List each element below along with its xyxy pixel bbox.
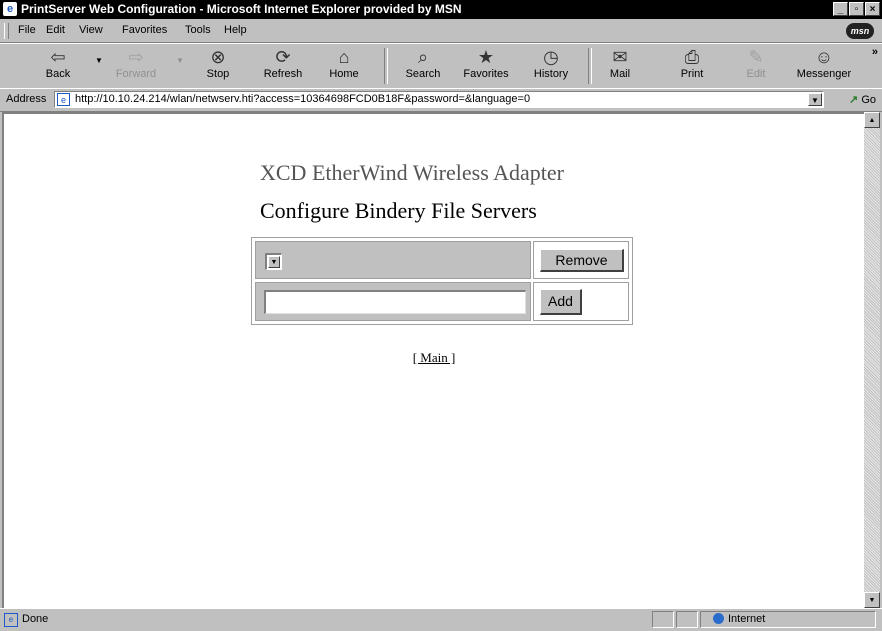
maximize-button[interactable]: ▫: [849, 2, 864, 16]
main-link[interactable]: [ Main ]: [413, 350, 456, 365]
messenger-label: Messenger: [796, 68, 852, 80]
address-label: Address: [6, 93, 47, 105]
favorites-icon: ★: [477, 47, 495, 67]
edit-button[interactable]: ✎ Edit: [728, 46, 784, 80]
menu-tools[interactable]: Tools: [185, 24, 211, 36]
select-dropdown-icon[interactable]: ▼: [268, 256, 280, 268]
home-label: Home: [329, 68, 359, 80]
minimize-button[interactable]: _: [833, 2, 848, 16]
refresh-button[interactable]: ⟳ Refresh: [255, 46, 311, 80]
toolbar-chevron-icon[interactable]: »: [872, 46, 878, 58]
menu-file[interactable]: File: [18, 24, 36, 36]
mail-label: Mail: [609, 68, 631, 80]
print-button[interactable]: ⎙ Print: [664, 46, 720, 80]
address-url[interactable]: http://10.10.24.214/wlan/netwserv.hti?ac…: [75, 93, 530, 105]
address-dropdown-icon[interactable]: ▼: [808, 93, 822, 106]
page-heading: XCD EtherWind Wireless Adapter: [260, 160, 564, 185]
toolbar-separator: [384, 48, 388, 84]
forward-button[interactable]: ⇨ Forward: [108, 46, 164, 80]
status-panel: [676, 611, 698, 628]
favorites-button[interactable]: ★ Favorites: [458, 46, 514, 80]
add-button[interactable]: Add: [540, 289, 582, 315]
edit-label: Edit: [746, 68, 766, 80]
mail-button[interactable]: ✉ Mail: [592, 46, 648, 80]
history-label: History: [533, 68, 569, 80]
favorites-label: Favorites: [463, 68, 509, 80]
go-button[interactable]: ↗ Go: [849, 93, 876, 106]
zone-label: Internet: [728, 613, 766, 625]
menu-favorites[interactable]: Favorites: [122, 24, 167, 36]
forward-arrow-icon: ⇨: [128, 47, 144, 67]
stop-label: Stop: [206, 68, 230, 80]
zone-indicator: Internet: [713, 613, 765, 625]
add-cell: Add: [533, 282, 629, 321]
refresh-icon: ⟳: [275, 47, 291, 67]
search-button[interactable]: ⌕ Search: [395, 46, 451, 80]
new-server-cell: [255, 282, 531, 321]
menu-bar: File Edit View Favorites Tools Help msn: [0, 20, 882, 43]
remove-button[interactable]: Remove: [540, 249, 624, 272]
messenger-icon: ☺: [814, 47, 834, 67]
back-label: Back: [45, 68, 71, 80]
forward-dropdown-icon[interactable]: ▼: [176, 56, 184, 65]
address-bar: Address e http://10.10.24.214/wlan/netws…: [0, 88, 882, 112]
server-select[interactable]: ▼: [265, 253, 282, 270]
print-label: Print: [680, 68, 704, 80]
search-icon: ⌕: [417, 47, 429, 67]
menu-view[interactable]: View: [79, 24, 103, 36]
new-server-input[interactable]: [264, 290, 526, 314]
server-select-cell: ▼: [255, 241, 531, 279]
search-label: Search: [405, 68, 441, 80]
window-title: PrintServer Web Configuration - Microsof…: [21, 2, 462, 16]
menubar-grip[interactable]: [4, 23, 9, 39]
home-icon: ⌂: [338, 47, 350, 67]
back-arrow-icon: ⇦: [50, 47, 66, 67]
history-button[interactable]: ◷ History: [523, 46, 579, 80]
status-page-icon: e: [4, 613, 18, 627]
page-icon: e: [57, 93, 70, 106]
vertical-scrollbar[interactable]: ▲ ▼: [864, 112, 880, 608]
forward-label: Forward: [115, 68, 157, 80]
print-icon: ⎙: [684, 47, 700, 67]
ie-app-icon[interactable]: e: [3, 2, 17, 16]
history-icon: ◷: [543, 47, 559, 67]
status-bar: e Done Internet: [0, 608, 882, 631]
back-dropdown-icon[interactable]: ▼: [95, 56, 103, 65]
status-panel: [652, 611, 674, 628]
page-subheading: Configure Bindery File Servers: [260, 198, 537, 223]
messenger-button[interactable]: ☺ Messenger: [796, 46, 852, 80]
standard-toolbar: ⇦ Back ▼ ⇨ Forward ▼ ⊗ Stop ⟳ Refresh ⌂ …: [0, 43, 882, 89]
refresh-label: Refresh: [263, 68, 303, 80]
go-arrow-icon: ↗: [849, 94, 859, 106]
edit-icon: ✎: [748, 47, 764, 67]
status-text: Done: [22, 613, 49, 625]
internet-globe-icon: [713, 613, 724, 624]
close-button[interactable]: ×: [865, 2, 880, 16]
server-config-table: ▼ Remove Add: [251, 237, 633, 325]
back-button[interactable]: ⇦ Back: [30, 46, 86, 80]
address-input[interactable]: e http://10.10.24.214/wlan/netwserv.hti?…: [54, 91, 824, 108]
stop-icon: ⊗: [210, 47, 226, 67]
mail-icon: ✉: [612, 47, 628, 67]
msn-logo: msn: [846, 23, 874, 39]
scroll-up-icon[interactable]: ▲: [864, 112, 880, 128]
main-link-container: [ Main ]: [4, 350, 864, 366]
page-content: XCD EtherWind Wireless Adapter Configure…: [2, 112, 864, 608]
title-bar: e PrintServer Web Configuration - Micros…: [0, 0, 882, 19]
scroll-down-icon[interactable]: ▼: [864, 592, 880, 608]
home-button[interactable]: ⌂ Home: [316, 46, 372, 80]
remove-cell: Remove: [533, 241, 629, 279]
menu-edit[interactable]: Edit: [46, 24, 65, 36]
menu-help[interactable]: Help: [224, 24, 247, 36]
go-label: Go: [861, 94, 876, 106]
stop-button[interactable]: ⊗ Stop: [190, 46, 246, 80]
